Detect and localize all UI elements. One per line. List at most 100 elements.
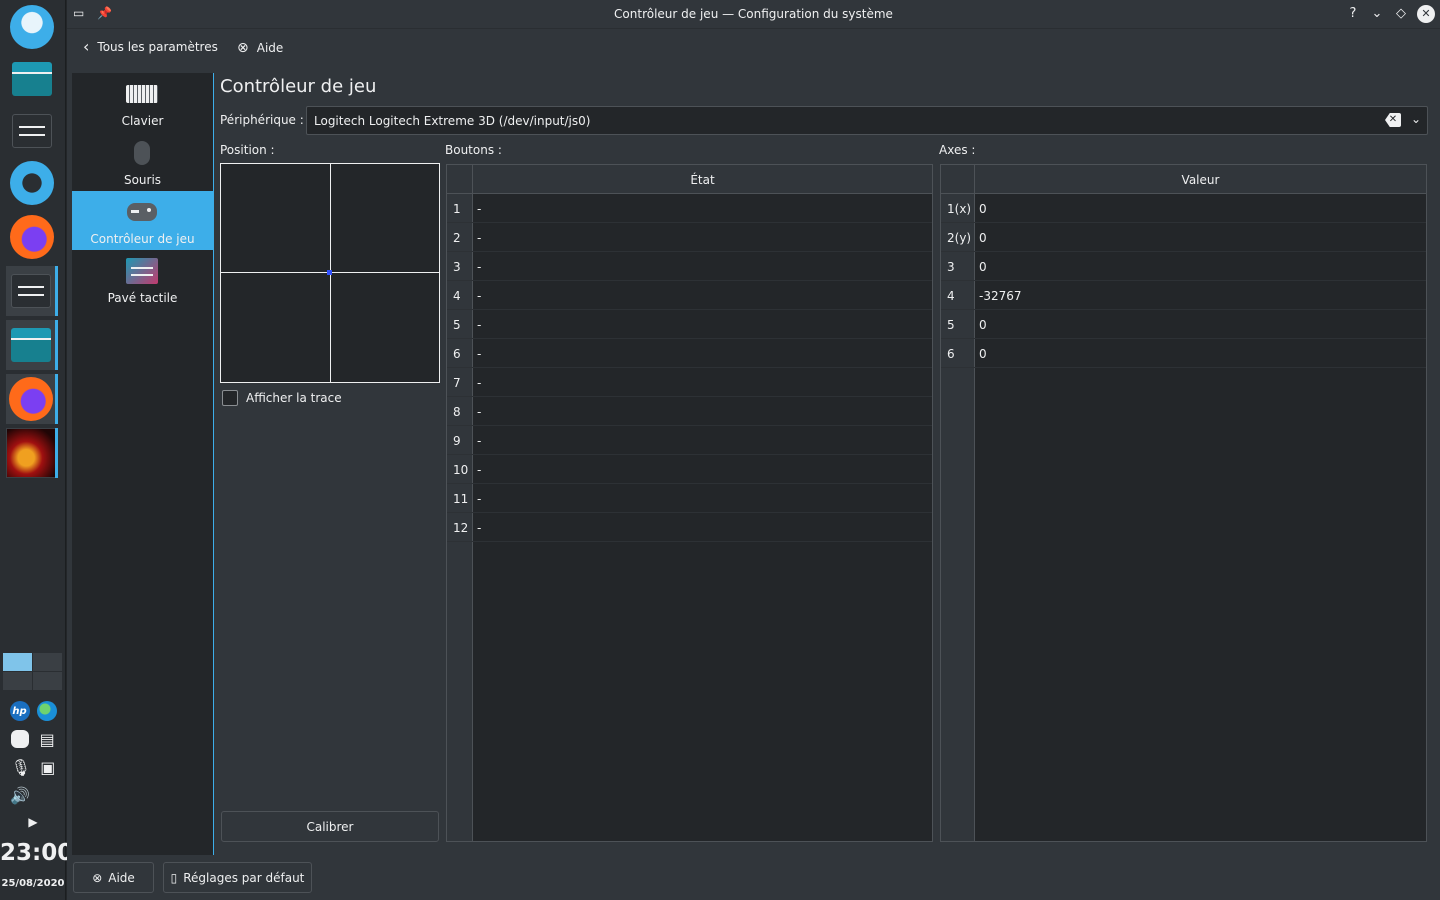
- table-row[interactable]: 1(x) 0: [941, 194, 1426, 223]
- desktop-4[interactable]: [33, 672, 62, 690]
- row-value: -: [477, 434, 482, 448]
- row-value: -: [477, 202, 482, 216]
- clipboard-icon[interactable]: ▤: [40, 730, 55, 749]
- table-row[interactable]: 5-: [447, 310, 932, 339]
- row-number: 5: [947, 318, 955, 332]
- table-row[interactable]: 2(y) 0: [941, 223, 1426, 252]
- table-row[interactable]: 10-: [447, 455, 932, 484]
- table-row[interactable]: 3-: [447, 252, 932, 281]
- chevron-down-icon[interactable]: ⌄: [1411, 112, 1421, 126]
- row-number: 1(x): [947, 202, 972, 216]
- clock-time[interactable]: 23:00: [0, 840, 73, 866]
- network-globe-icon[interactable]: [36, 701, 57, 721]
- position-marker: [327, 270, 332, 275]
- table-row[interactable]: 6-: [447, 339, 932, 368]
- virtual-desktop-pager[interactable]: [3, 653, 63, 691]
- volume-icon[interactable]: 🔊: [10, 786, 30, 805]
- row-value: 0: [979, 318, 987, 332]
- row-value: -32767: [979, 289, 1022, 303]
- help-button[interactable]: ⊗ Aide: [237, 40, 283, 56]
- category-keyboard[interactable]: Clavier: [72, 73, 213, 132]
- category-game-controller[interactable]: Contrôleur de jeu: [72, 191, 213, 250]
- row-number: 6: [453, 347, 461, 361]
- row-value: -: [477, 289, 482, 303]
- minimize-icon[interactable]: ⌄: [1368, 5, 1386, 23]
- footer-help-button[interactable]: ⊗ Aide: [73, 862, 154, 893]
- row-value: -: [477, 318, 482, 332]
- table-row[interactable]: 12-: [447, 513, 932, 542]
- system-settings-icon[interactable]: [6, 106, 58, 156]
- help-question-icon[interactable]: ?: [1344, 5, 1362, 23]
- help-label: Aide: [256, 41, 284, 55]
- footer-help-label: Aide: [108, 870, 135, 885]
- category-label: Clavier: [121, 114, 164, 128]
- table-row[interactable]: 4-: [447, 281, 932, 310]
- table-row[interactable]: 2-: [447, 223, 932, 252]
- file-manager-icon[interactable]: [6, 54, 58, 104]
- category-label: Souris: [123, 173, 162, 187]
- row-value: 0: [979, 231, 987, 245]
- table-row[interactable]: 9-: [447, 426, 932, 455]
- joystick-position-area: [220, 163, 440, 383]
- game-window-icon[interactable]: [6, 428, 58, 478]
- main-content: Contrôleur de jeu Périphérique : Logitec…: [220, 73, 1435, 848]
- category-touchpad[interactable]: Pavé tactile: [72, 250, 213, 309]
- calibrate-button[interactable]: Calibrer: [221, 811, 439, 842]
- row-value: -: [477, 405, 482, 419]
- clock-date[interactable]: 25/08/2020: [0, 878, 66, 889]
- table-row[interactable]: 4 -32767: [941, 281, 1426, 310]
- window-title: Contrôleur de jeu — Configuration du sys…: [614, 7, 893, 21]
- maximize-icon[interactable]: ◇: [1392, 5, 1410, 23]
- defaults-label: Réglages par défaut: [183, 870, 305, 885]
- top-navigation: ‹ Tous les paramètres ⊗ Aide: [67, 30, 1440, 66]
- usb-device-icon[interactable]: ▣: [40, 758, 55, 777]
- table-row[interactable]: 50: [941, 310, 1426, 339]
- row-value: -: [477, 521, 482, 535]
- system-settings-window-icon[interactable]: [6, 266, 58, 316]
- table-row[interactable]: 30: [941, 252, 1426, 281]
- taskbar: hp ▤ 🎙 ▣ 🔊 ▶ 23:00 25/08/2020: [0, 0, 73, 900]
- expand-tray-icon[interactable]: ▶: [28, 815, 37, 829]
- show-trace-checkbox[interactable]: [222, 390, 238, 406]
- firefox-window-icon[interactable]: [6, 374, 58, 424]
- hp-printer-icon[interactable]: hp: [9, 701, 30, 721]
- microphone-icon[interactable]: 🎙: [11, 758, 31, 777]
- title-bar[interactable]: ▭ 📌 Contrôleur de jeu — Configuration du…: [67, 0, 1440, 29]
- buttons-table-header: État: [447, 165, 932, 194]
- row-number: 12: [453, 521, 469, 535]
- table-row[interactable]: 1-: [447, 194, 932, 223]
- device-select-value: Logitech Logitech Extreme 3D (/dev/input…: [314, 114, 591, 128]
- file-manager-window-icon[interactable]: [6, 320, 58, 370]
- axes-label: Axes :: [939, 143, 976, 157]
- axes-table[interactable]: Valeur 1(x) 0 2(y) 0 3 0 4 -32767 5 0 6 0: [940, 164, 1427, 842]
- buttons-table[interactable]: État 1-2-3-4-5-6-7-8-9-10-11-12-: [446, 164, 933, 842]
- column-header-state[interactable]: État: [473, 173, 932, 187]
- device-select[interactable]: Logitech Logitech Extreme 3D (/dev/input…: [306, 106, 1428, 135]
- row-number: 3: [947, 260, 955, 274]
- table-row[interactable]: 60: [941, 339, 1426, 368]
- row-number: 1: [453, 202, 461, 216]
- table-corner: [941, 165, 975, 194]
- clear-icon[interactable]: ✕: [1385, 113, 1401, 127]
- row-value: -: [477, 231, 482, 245]
- category-mouse[interactable]: Souris: [72, 132, 213, 191]
- desktop-1[interactable]: [3, 653, 32, 671]
- app-launcher-icon[interactable]: [6, 2, 58, 52]
- table-row[interactable]: 11-: [447, 484, 932, 513]
- desktop-2[interactable]: [33, 653, 62, 671]
- table-row[interactable]: 7-: [447, 368, 932, 397]
- back-to-all-settings-button[interactable]: ‹ Tous les paramètres: [83, 39, 218, 55]
- defaults-button[interactable]: ▯ Réglages par défaut: [163, 862, 312, 893]
- table-row[interactable]: 8-: [447, 397, 932, 426]
- notifications-icon[interactable]: [11, 730, 30, 748]
- row-value: -: [477, 347, 482, 361]
- firefox-icon[interactable]: [6, 212, 58, 262]
- row-number: 7: [453, 376, 461, 390]
- discover-gear-icon[interactable]: [6, 158, 58, 208]
- close-icon[interactable]: ✕: [1417, 5, 1435, 23]
- column-header-value[interactable]: Valeur: [975, 173, 1426, 187]
- desktop-3[interactable]: [3, 672, 32, 690]
- show-trace-option[interactable]: Afficher la trace: [222, 390, 342, 406]
- row-number: 4: [453, 289, 461, 303]
- row-value: -: [477, 376, 482, 390]
